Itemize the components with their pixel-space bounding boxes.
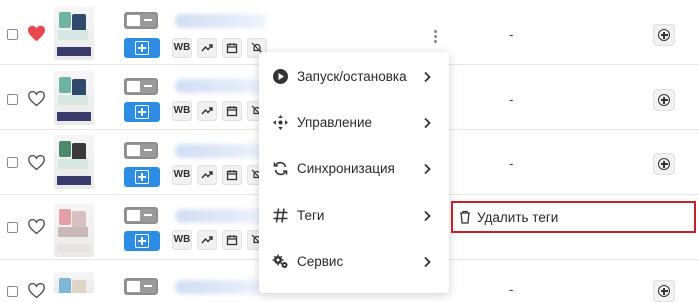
menu-item-manage[interactable]: Управление (259, 100, 449, 146)
trend-button[interactable] (197, 230, 217, 250)
calendar-icon (226, 235, 238, 246)
chevron-right-icon (424, 210, 431, 222)
trend-button[interactable] (197, 38, 217, 58)
trend-icon (201, 236, 213, 244)
chevron-right-icon (424, 71, 431, 83)
menu-item-start-stop[interactable]: Запуск/остановка (259, 54, 449, 100)
calendar-button[interactable] (222, 38, 242, 58)
heart-outline-icon[interactable] (27, 154, 46, 171)
trend-icon (201, 171, 213, 179)
sync-icon (273, 161, 288, 176)
menu-item-service[interactable]: Сервис (259, 239, 449, 285)
wb-button[interactable]: WB (172, 230, 192, 250)
trend-icon (201, 44, 213, 52)
product-name-redacted (175, 144, 267, 158)
add-circle-button[interactable] (653, 153, 675, 175)
heart-outline-icon[interactable] (27, 90, 46, 107)
wb-button[interactable]: WB (172, 165, 192, 185)
submenu-item-label: Удалить теги (477, 210, 559, 225)
product-image[interactable] (54, 71, 94, 125)
calendar-button[interactable] (222, 230, 242, 250)
add-button[interactable] (124, 167, 160, 187)
wb-button[interactable]: WB (172, 38, 192, 58)
menu-item-label: Управление (297, 115, 373, 130)
row-checkbox[interactable] (7, 29, 18, 40)
calendar-button[interactable] (222, 101, 242, 121)
hashtag-icon (273, 208, 288, 223)
status-toggle[interactable] (124, 278, 158, 295)
product-image[interactable] (54, 203, 94, 257)
status-toggle[interactable] (124, 142, 158, 159)
menu-item-label: Синхронизация (297, 161, 395, 176)
chevron-right-icon (424, 117, 431, 129)
play-circle-icon (273, 69, 288, 84)
row-checkbox[interactable] (7, 222, 18, 233)
heart-outline-icon[interactable] (27, 282, 46, 299)
calendar-button[interactable] (222, 165, 242, 185)
menu-item-tags[interactable]: Теги (259, 193, 449, 239)
product-name-redacted (175, 209, 267, 223)
product-name-redacted (175, 280, 267, 294)
heart-outline-icon[interactable] (27, 218, 46, 235)
menu-item-sync[interactable]: Синхронизация (259, 146, 449, 192)
status-toggle[interactable] (124, 78, 158, 95)
chevron-right-icon (424, 256, 431, 268)
menu-item-label: Теги (297, 208, 325, 223)
add-circle-button[interactable] (653, 280, 675, 302)
add-circle-button[interactable] (653, 89, 675, 111)
calendar-icon (226, 106, 238, 117)
product-name-redacted (175, 14, 267, 28)
row-checkbox[interactable] (7, 286, 18, 297)
calendar-icon (226, 43, 238, 54)
status-toggle[interactable] (124, 12, 158, 29)
cell-value: - (509, 92, 514, 107)
product-image[interactable] (54, 272, 94, 293)
submenu-delete-tags[interactable]: Удалить теги (451, 201, 696, 233)
trash-icon (460, 210, 470, 224)
trend-button[interactable] (197, 101, 217, 121)
row-actions-menu-icon[interactable] (433, 30, 438, 44)
chevron-right-icon (424, 163, 431, 175)
row-checkbox[interactable] (7, 94, 18, 105)
row-checkbox[interactable] (7, 157, 18, 168)
menu-item-label: Сервис (297, 254, 344, 269)
add-circle-button[interactable] (653, 24, 675, 46)
product-image[interactable] (54, 135, 94, 189)
trend-button[interactable] (197, 165, 217, 185)
calendar-icon (226, 170, 238, 181)
status-toggle[interactable] (124, 207, 158, 224)
menu-item-label: Запуск/остановка (297, 69, 407, 84)
add-button[interactable] (124, 102, 160, 122)
gears-icon (272, 254, 288, 268)
product-name-redacted (175, 79, 267, 93)
trend-icon (201, 107, 213, 115)
cell-value: - (509, 282, 514, 297)
heart-filled-icon[interactable] (27, 25, 46, 42)
cell-value: - (509, 156, 514, 171)
wb-button[interactable]: WB (172, 101, 192, 121)
product-image[interactable] (54, 6, 94, 60)
add-button[interactable] (124, 231, 160, 251)
row-context-menu: Запуск/остановка Управление Синхронизаци… (259, 52, 449, 293)
add-button[interactable] (124, 38, 160, 58)
move-arrows-icon (273, 115, 288, 130)
cell-value: - (509, 27, 514, 42)
